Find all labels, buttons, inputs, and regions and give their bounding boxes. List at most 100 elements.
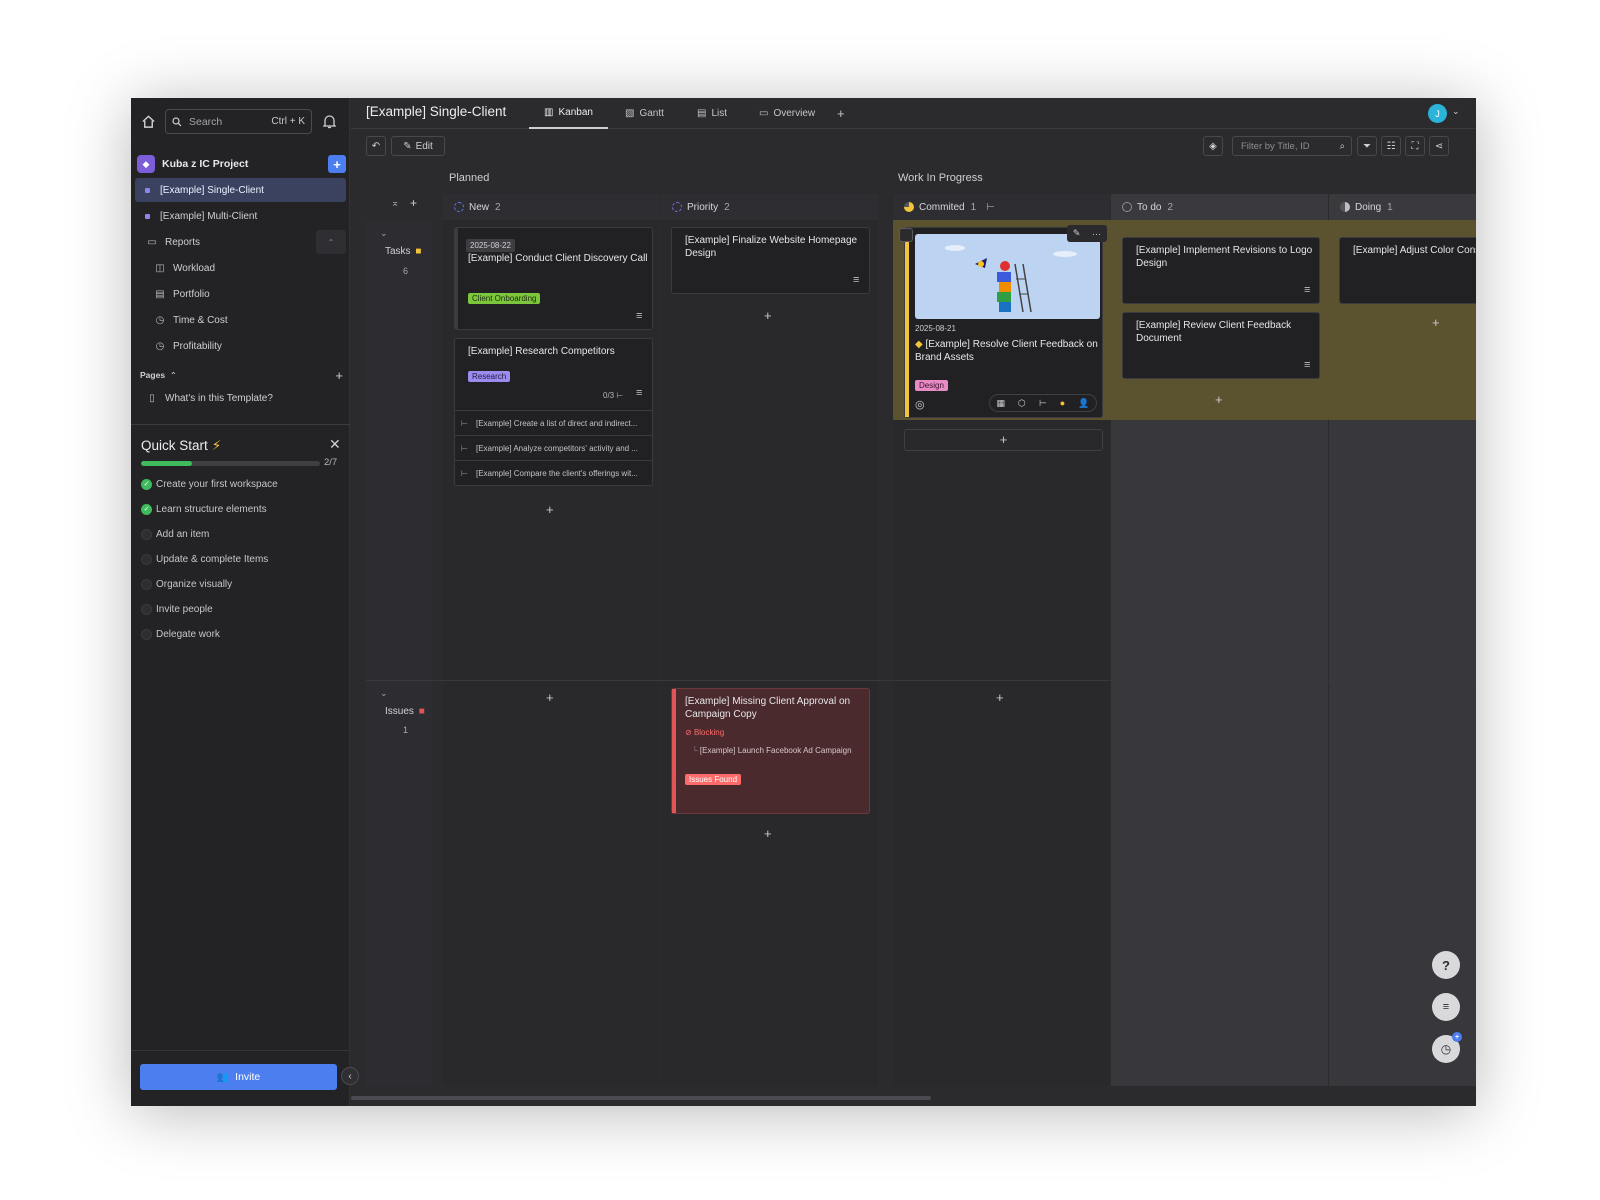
notes-icon: ≡ — [1442, 1001, 1450, 1013]
priority-icon[interactable]: ● — [1060, 398, 1065, 408]
search-icon — [172, 116, 182, 126]
filter-button[interactable]: ⏷ — [1357, 136, 1377, 156]
task-card[interactable]: 2025-08-22 [Example] Conduct Client Disc… — [454, 227, 653, 330]
add-card-button[interactable]: + — [764, 826, 772, 841]
timer-button[interactable]: ◷ + — [1432, 1032, 1462, 1063]
column-title: Commited — [919, 201, 965, 213]
sidebar-item-single-client[interactable]: [Example] Single-Client — [135, 178, 346, 202]
quick-start-step[interactable]: ✓ Create your first workspace — [141, 475, 278, 493]
add-card-button[interactable]: + — [996, 690, 1004, 705]
quick-start-step[interactable]: Delegate work — [141, 625, 220, 643]
layers-button[interactable]: ◈ — [1203, 136, 1223, 156]
tab-gantt[interactable]: ▧ Gantt — [625, 98, 664, 129]
filter-input[interactable]: Filter by Title, ID ⌕ — [1232, 136, 1352, 156]
quick-start-step[interactable]: Update & complete Items — [141, 550, 268, 568]
calendar-icon[interactable]: ▦ — [997, 398, 1006, 409]
add-card-button[interactable]: + — [1215, 392, 1223, 407]
home-icon[interactable] — [139, 111, 157, 131]
sidebar-item-time-cost[interactable]: ◷ Time & Cost — [135, 308, 346, 332]
more-icon[interactable]: ··· — [1092, 229, 1101, 239]
chevron-down-icon[interactable]: ⌄ — [380, 228, 388, 239]
quick-start-step[interactable]: Invite people — [141, 600, 213, 618]
blocked-icon: ⊘ — [685, 728, 692, 737]
task-card[interactable]: [Example] Finalize Website Homepage Desi… — [671, 227, 870, 294]
sidebar-page-template[interactable]: ▯ What's in this Template? — [135, 386, 346, 410]
sidebar-item-reports[interactable]: ▭ Reports ⌃ — [135, 230, 346, 254]
add-page-button[interactable]: + — [335, 368, 343, 383]
column-header-doing[interactable]: Doing 1 — [1329, 194, 1476, 220]
column-header-priority[interactable]: Priority 2 — [661, 194, 878, 220]
add-card-button[interactable]: + — [904, 429, 1103, 451]
sidebar-item-profitability[interactable]: ◷ Profitability — [135, 334, 346, 358]
add-card-button[interactable]: + — [546, 690, 554, 705]
task-card[interactable]: [Example] Research Competitors Research … — [454, 338, 653, 486]
quick-start-step[interactable]: ✓ Learn structure elements — [141, 500, 267, 518]
fullscreen-button[interactable]: ⛶ — [1405, 136, 1425, 156]
edit-button[interactable]: ✎ Edit — [391, 136, 445, 156]
sidebar-item-workload[interactable]: ◫ Workload — [135, 256, 346, 280]
collapse-all-icon[interactable]: ⌅ — [391, 198, 399, 209]
row-label: Issues — [385, 706, 414, 717]
sidebar-item-portfolio[interactable]: ▤ Portfolio — [135, 282, 346, 306]
quick-start-step[interactable]: Organize visually — [141, 575, 232, 593]
sidebar-item-multi-client[interactable]: [Example] Multi-Client — [135, 204, 346, 228]
tab-list[interactable]: ▤ List — [697, 98, 727, 129]
add-row-button[interactable]: + — [410, 196, 417, 210]
chevron-down-icon[interactable]: ⌄ — [1452, 106, 1460, 117]
card-cover-image — [915, 234, 1100, 319]
collapse-sidebar-button[interactable]: ‹ — [341, 1067, 359, 1085]
task-card[interactable]: [Example] Adjust Color Consistency — [1339, 237, 1476, 304]
edit-icon[interactable]: ✎ — [1073, 228, 1081, 239]
subtask-row[interactable]: ⊢ [Example] Create a list of direct and i… — [455, 410, 652, 435]
help-button[interactable]: ? — [1432, 951, 1460, 979]
task-card-highlighted[interactable]: ✎ ··· 2025-08-21 ◆ [Example] Resolve Clie… — [899, 225, 1107, 418]
subtask-count: 0/3 ⊢ — [603, 391, 623, 400]
share-button[interactable]: ⋖ — [1429, 136, 1449, 156]
add-card-button[interactable]: + — [764, 308, 772, 323]
card-checkbox[interactable] — [899, 228, 913, 242]
workspace-selector[interactable]: ◆ Kuba z IC Project + — [137, 152, 346, 176]
chevron-down-icon[interactable]: ⌄ — [380, 688, 388, 699]
subtask-row[interactable]: ⊢ [Example] Analyze competitors' activity… — [455, 435, 652, 460]
feedback-button[interactable]: ≡ — [1432, 993, 1460, 1021]
status-priority-icon — [672, 202, 682, 212]
add-card-button[interactable]: + — [546, 502, 554, 517]
subtask-icon[interactable]: ⊢ — [1039, 398, 1047, 409]
check-circle-icon: ✓ — [141, 478, 152, 490]
undo-button[interactable]: ↶ — [366, 136, 386, 156]
subtask-row[interactable]: ⊢ [Example] Compare the client's offering… — [455, 460, 652, 485]
column-header-commited[interactable]: Commited 1 ⊢ — [893, 194, 1110, 220]
task-card[interactable]: [Example] Review Client Feedback Documen… — [1122, 312, 1320, 379]
clock-icon: ◷ — [155, 314, 165, 326]
card-title-text: [Example] Resolve Client Feedback on Bra… — [915, 339, 1098, 363]
tab-kanban[interactable]: ▥ Kanban — [529, 98, 608, 129]
invite-button[interactable]: 👥 Invite — [140, 1064, 337, 1090]
row-title-issues[interactable]: Issues ■ — [385, 706, 425, 717]
avatar[interactable]: J — [1428, 104, 1447, 123]
pages-section-header[interactable]: Pages ⌃ + — [140, 367, 343, 383]
column-header-todo[interactable]: To do 2 — [1111, 194, 1328, 220]
portfolio-icon: ▤ — [155, 288, 165, 300]
tab-overview[interactable]: ▭ Overview — [759, 98, 815, 129]
folder-icon: ▭ — [147, 236, 157, 248]
blocked-item[interactable]: └ [Example] Launch Facebook Ad Campaign — [692, 746, 852, 755]
search-placeholder: Search — [189, 115, 223, 128]
close-icon[interactable]: ✕ — [329, 436, 341, 453]
row-title-tasks[interactable]: Tasks ■ — [385, 246, 421, 257]
add-view-button[interactable]: + — [837, 98, 845, 129]
bell-icon[interactable] — [320, 111, 338, 131]
add-card-button[interactable]: + — [1432, 315, 1440, 330]
issue-card[interactable]: [Example] Missing Client Approval on Cam… — [671, 688, 870, 814]
assign-user-icon[interactable]: 👤 — [1078, 398, 1089, 409]
add-item-button[interactable]: + — [328, 155, 346, 173]
column-header-new[interactable]: New 2 — [443, 194, 660, 220]
horizontal-scroll-thumb[interactable] — [351, 1096, 931, 1100]
search-input[interactable]: Search Ctrl + K — [165, 109, 312, 134]
tag-icon[interactable]: ⬡ — [1018, 398, 1026, 409]
task-card[interactable]: [Example] Implement Revisions to Logo De… — [1122, 237, 1320, 304]
settings-button[interactable]: ☷ — [1381, 136, 1401, 156]
quick-start-step[interactable]: Add an item — [141, 525, 209, 543]
complete-icon[interactable]: ◎ — [915, 398, 925, 411]
collapse-toggle-icon[interactable]: ⌃ — [316, 230, 346, 254]
sidebar-item-label: Portfolio — [173, 288, 210, 300]
